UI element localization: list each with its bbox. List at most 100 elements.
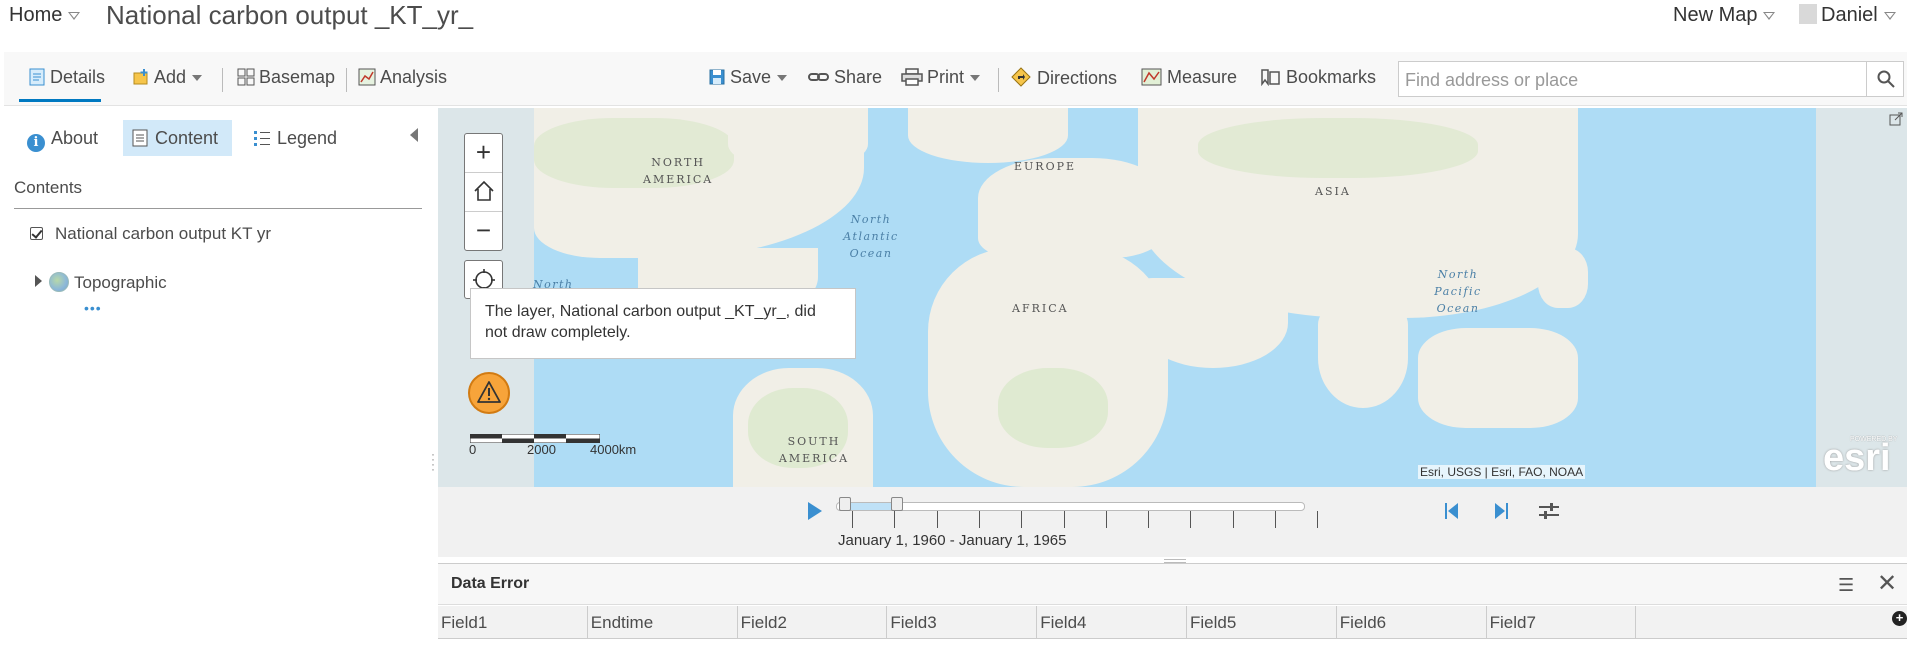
basemap-button[interactable]: Basemap xyxy=(237,67,335,88)
panel-splitter-handle[interactable]: · · · · xyxy=(431,448,435,475)
resize-handle[interactable] xyxy=(1164,559,1186,563)
time-slider-tick xyxy=(978,511,980,528)
save-button[interactable]: Save xyxy=(708,67,788,88)
table-column-header[interactable]: Endtime xyxy=(588,606,738,639)
layer-item[interactable]: National carbon output KT yr xyxy=(30,224,271,244)
tab-content-label: Content xyxy=(155,128,219,148)
home-icon xyxy=(472,179,496,209)
time-slider-selected-range xyxy=(845,503,896,510)
printer-icon xyxy=(901,68,923,86)
land-india xyxy=(1318,308,1408,408)
hamburger-menu-icon[interactable]: ☰ xyxy=(1838,575,1854,596)
map-label-north-america: NORTH AMERICA xyxy=(643,156,714,186)
analysis-button[interactable]: Analysis xyxy=(358,67,447,88)
layer-visibility-checkbox[interactable] xyxy=(30,227,43,240)
slider-settings-button[interactable] xyxy=(1537,501,1561,521)
time-slider-start-handle[interactable] xyxy=(839,497,851,511)
map-label-asia: ASIA xyxy=(1315,185,1351,198)
directions-label: Directions xyxy=(1037,68,1118,88)
details-button[interactable]: Details xyxy=(28,67,105,88)
table-column-header[interactable]: Field3 xyxy=(887,606,1038,639)
table-column-header[interactable]: Field2 xyxy=(738,606,888,639)
page-title: National carbon output _KT_yr_ xyxy=(106,0,474,30)
expand-icon[interactable] xyxy=(1889,112,1903,126)
land-greenland-area xyxy=(728,108,868,168)
share-button[interactable]: Share xyxy=(808,67,882,88)
toolbar-divider xyxy=(998,68,999,92)
next-step-button[interactable] xyxy=(1490,501,1510,526)
legend-icon xyxy=(253,129,271,152)
expand-triangle-icon[interactable] xyxy=(35,275,42,287)
analysis-icon xyxy=(358,68,376,86)
time-slider-track[interactable] xyxy=(836,502,1305,511)
play-button[interactable] xyxy=(808,502,822,520)
info-icon: i xyxy=(27,134,45,152)
new-map-menu[interactable]: New Map xyxy=(1673,4,1776,27)
zoom-controls: + − xyxy=(464,133,503,251)
warning-icon[interactable] xyxy=(468,372,510,414)
time-slider-tick xyxy=(1148,511,1150,528)
time-slider: January 1, 1960 - January 1, 1965 xyxy=(438,487,1907,557)
previous-step-button[interactable] xyxy=(1443,501,1463,526)
directions-button[interactable]: Directions xyxy=(1011,67,1117,89)
time-slider-tick xyxy=(1317,511,1319,528)
bookmark-icon xyxy=(1260,68,1282,87)
directions-icon xyxy=(1011,67,1033,87)
home-extent-button[interactable] xyxy=(465,173,502,211)
close-icon[interactable]: ✕ xyxy=(1877,569,1897,598)
time-slider-tick xyxy=(1105,511,1107,528)
basemap-layer-item[interactable]: Topographic xyxy=(35,272,167,293)
table-column-headers: Field1 Endtime Field2 Field3 Field4 Field5 Fie… xyxy=(438,606,1907,639)
land-southeast-asia xyxy=(1418,328,1578,428)
zoom-out-button[interactable]: − xyxy=(465,212,502,250)
chevron-down-icon xyxy=(970,75,981,82)
table-column-header[interactable]: Field5 xyxy=(1187,606,1337,639)
user-name: Daniel xyxy=(1821,4,1878,26)
share-link-icon xyxy=(808,68,830,86)
esri-logo: esri xyxy=(1823,437,1891,479)
time-slider-tick xyxy=(1190,511,1192,528)
search-button[interactable] xyxy=(1866,61,1904,97)
contents-heading: Contents xyxy=(14,178,83,197)
collapse-panel-icon[interactable] xyxy=(410,128,418,142)
tab-legend[interactable]: Legend xyxy=(245,120,345,156)
home-menu[interactable]: Home xyxy=(9,4,81,27)
table-column-header[interactable]: Field7 xyxy=(1487,606,1637,639)
print-button[interactable]: Print xyxy=(901,67,981,88)
map-view[interactable]: NORTH AMERICA EUROPE ASIA AFRICA SOUTH AME… xyxy=(438,108,1907,487)
zoom-in-button[interactable]: + xyxy=(465,134,502,172)
table-column-header[interactable]: Field1 xyxy=(438,606,588,639)
add-column-icon[interactable]: + xyxy=(1892,611,1907,626)
new-map-label: New Map xyxy=(1673,4,1758,26)
tab-about[interactable]: i About xyxy=(19,120,106,156)
home-label: Home xyxy=(9,4,63,26)
more-options-icon[interactable]: ••• xyxy=(84,300,102,316)
skip-forward-icon xyxy=(1495,503,1508,519)
bookmarks-button[interactable]: Bookmarks xyxy=(1260,67,1376,88)
bookmarks-label: Bookmarks xyxy=(1286,67,1377,87)
measure-button[interactable]: Measure xyxy=(1141,67,1237,88)
map-label-north-pacific: North Pacific Ocean xyxy=(1434,268,1482,315)
tab-content[interactable]: Content xyxy=(123,120,232,156)
scale-label: 4000km xyxy=(590,442,637,457)
toolbar-divider xyxy=(222,68,223,92)
time-range-label: January 1, 1960 - January 1, 1965 xyxy=(838,532,1067,549)
time-slider-end-handle[interactable] xyxy=(891,497,903,511)
table-column-header[interactable]: Field6 xyxy=(1337,606,1487,639)
scale-label: 0 xyxy=(469,442,477,457)
share-label: Share xyxy=(834,67,883,87)
details-label: Details xyxy=(50,67,106,87)
table-title: Data Error xyxy=(451,575,530,592)
add-button[interactable]: Add xyxy=(132,67,203,88)
basemap-layer-label: Topographic xyxy=(74,273,167,292)
layer-label: National carbon output KT yr xyxy=(55,224,272,243)
table-column-header[interactable]: Field4 xyxy=(1037,606,1187,639)
basemap-icon xyxy=(237,68,255,86)
measure-label: Measure xyxy=(1167,67,1238,87)
vegetation-area xyxy=(998,368,1108,448)
search-input[interactable]: Find address or place xyxy=(1398,61,1874,97)
time-slider-tick xyxy=(1021,511,1023,528)
user-menu[interactable]: Daniel xyxy=(1799,4,1896,27)
map-label-north-atlantic: North Atlantic Ocean xyxy=(843,213,899,260)
add-label: Add xyxy=(154,67,187,87)
